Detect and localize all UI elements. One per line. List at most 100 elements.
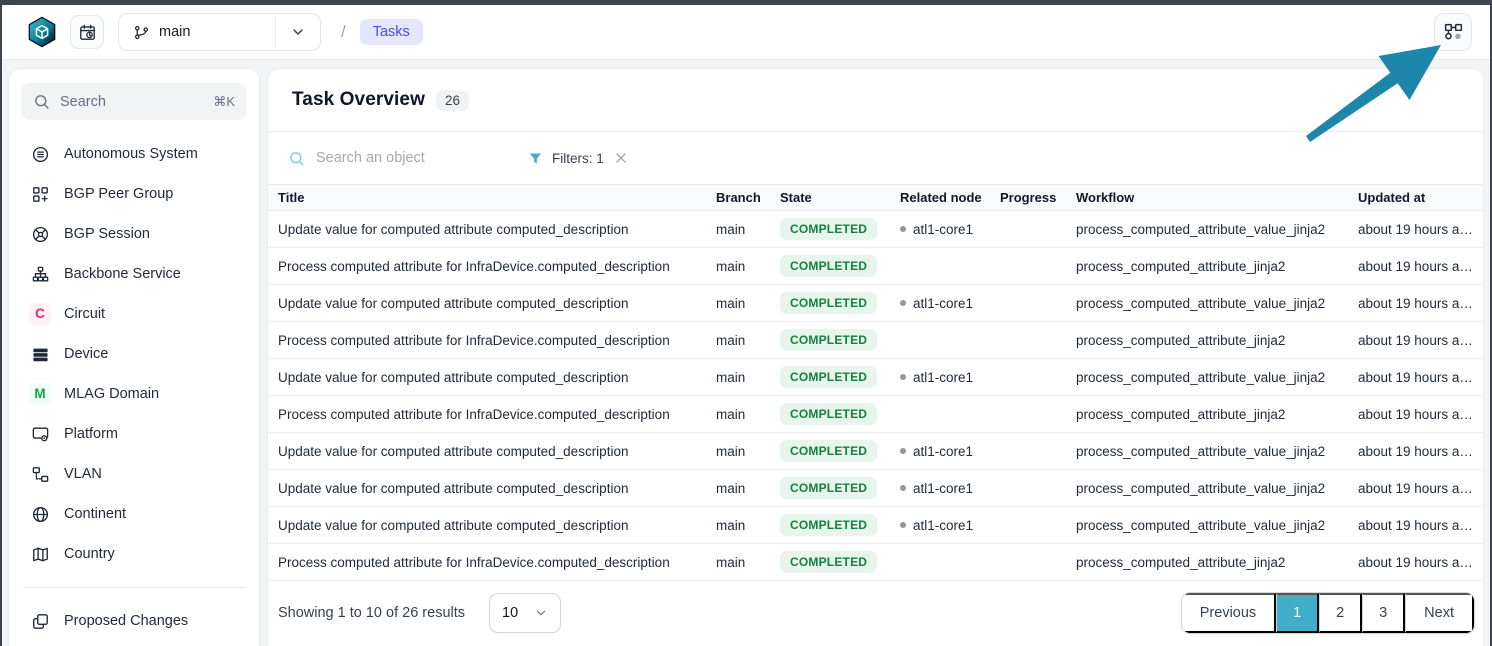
cell-updated-at: about 19 hours ago (1358, 370, 1483, 385)
node-dot-icon (900, 485, 906, 491)
cell-state: COMPLETED (780, 514, 900, 536)
sidebar-item-object-management[interactable]: Object Management (21, 641, 247, 646)
breadcrumb-tasks[interactable]: Tasks (360, 19, 423, 45)
cell-updated-at: about 19 hours ago (1358, 333, 1483, 348)
task-overview-card: Task Overview 26 Filters: 1 TitleBranchS… (267, 68, 1484, 646)
table-row[interactable]: Update value for computed attribute comp… (268, 470, 1483, 507)
page-button-2[interactable]: 2 (1319, 593, 1362, 633)
sidebar: Search ⌘K Autonomous System BGP Peer Grou… (8, 68, 260, 646)
sidebar-item-continent[interactable]: Continent (21, 494, 247, 534)
table-row[interactable]: Update value for computed attribute comp… (268, 433, 1483, 470)
cell-state: COMPLETED (780, 366, 900, 388)
cell-branch: main (716, 481, 780, 496)
sidebar-search[interactable]: Search ⌘K (21, 83, 247, 120)
sidebar-item-country[interactable]: Country (21, 534, 247, 574)
cell-related-node: atl1-core1 (900, 444, 1000, 459)
table-row[interactable]: Process computed attribute for InfraDevi… (268, 248, 1483, 285)
infrahub-logo[interactable] (26, 16, 58, 48)
sidebar-item-device[interactable]: Device (21, 334, 247, 374)
sidebar-item-label: Country (64, 546, 115, 562)
filter-funnel-icon (528, 151, 543, 166)
page-button-1[interactable]: 1 (1276, 593, 1319, 633)
table-row[interactable]: Update value for computed attribute comp… (268, 507, 1483, 544)
sidebar-item-bgp-session[interactable]: BGP Session (21, 214, 247, 254)
cell-branch: main (716, 333, 780, 348)
sidebar-item-label: Continent (64, 506, 126, 522)
sidebar-item-label: BGP Session (64, 226, 150, 242)
table-row[interactable]: Update value for computed attribute comp… (268, 211, 1483, 248)
filters-chip[interactable]: Filters: 1 (528, 151, 604, 166)
sidebar-search-shortcut: ⌘K (213, 94, 235, 110)
cell-state: COMPLETED (780, 292, 900, 314)
cell-state: COMPLETED (780, 403, 900, 425)
sidebar-item-platform[interactable]: Platform (21, 414, 247, 454)
cell-state: COMPLETED (780, 218, 900, 240)
column-header-updated-at: Updated at (1358, 190, 1483, 205)
next-page-button[interactable]: Next (1405, 593, 1474, 633)
table-row[interactable]: Update value for computed attribute comp… (268, 285, 1483, 322)
cell-title: Process computed attribute for InfraDevi… (278, 555, 716, 570)
sidebar-item-label: Autonomous System (64, 146, 198, 162)
results-summary: Showing 1 to 10 of 26 results (278, 605, 465, 621)
cell-related-node: atl1-core1 (900, 296, 1000, 311)
cell-updated-at: about 19 hours ago (1358, 444, 1483, 459)
column-header-title: Title (278, 190, 716, 205)
node-dot-icon (900, 374, 906, 380)
sidebar-item-vlan[interactable]: VLAN (21, 454, 247, 494)
search-icon (288, 150, 305, 167)
circuit-letter-icon: C (29, 303, 51, 325)
branch-selector-caret[interactable] (275, 14, 320, 50)
table-row[interactable]: Update value for computed attribute comp… (268, 359, 1483, 396)
page-body: Search ⌘K Autonomous System BGP Peer Grou… (2, 60, 1490, 646)
pagination: Previous123Next (1181, 592, 1475, 634)
sidebar-item-circuit[interactable]: CCircuit (21, 294, 247, 334)
time-travel-button[interactable] (70, 15, 104, 49)
cell-updated-at: about 19 hours ago (1358, 481, 1483, 496)
table-row[interactable]: Process computed attribute for InfraDevi… (268, 396, 1483, 433)
object-search-input[interactable] (314, 149, 498, 167)
sidebar-item-label: Backbone Service (64, 266, 181, 282)
sidebar-search-placeholder: Search (60, 94, 203, 110)
sidebar-item-proposed-changes[interactable]: Proposed Changes (21, 601, 247, 641)
cell-title: Process computed attribute for InfraDevi… (278, 407, 716, 422)
sidebar-item-backbone-service[interactable]: Backbone Service (21, 254, 247, 294)
page-size-select[interactable]: 10 (489, 593, 561, 633)
autonomous-system-icon (29, 143, 51, 165)
page-button-3[interactable]: 3 (1362, 593, 1405, 633)
sidebar-item-label: Proposed Changes (64, 613, 188, 629)
schema-visualizer-button[interactable] (1434, 13, 1472, 51)
sidebar-item-bgp-peer-group[interactable]: BGP Peer Group (21, 174, 247, 214)
column-header-progress: Progress (1000, 190, 1076, 205)
node-dot-icon (900, 300, 906, 306)
schema-graph-icon (1443, 22, 1464, 43)
related-node-name: atl1-core1 (913, 518, 973, 533)
sidebar-item-label: BGP Peer Group (64, 186, 173, 202)
cell-state: COMPLETED (780, 477, 900, 499)
table-toolbar: Filters: 1 (268, 132, 1483, 184)
clear-filters-button[interactable] (614, 151, 628, 165)
sidebar-item-mlag-domain[interactable]: M MLAG Domain (21, 374, 247, 414)
cell-related-node: atl1-core1 (900, 222, 1000, 237)
previous-page-button[interactable]: Previous (1182, 593, 1276, 633)
page-size-value: 10 (502, 605, 518, 621)
status-badge: COMPLETED (780, 218, 877, 240)
cell-state: COMPLETED (780, 255, 900, 277)
mlag-letter-icon: M (29, 383, 51, 405)
cell-workflow: process_computed_attribute_jinja2 (1076, 407, 1358, 422)
table-row[interactable]: Process computed attribute for InfraDevi… (268, 544, 1483, 581)
chevron-down-icon (534, 606, 548, 620)
cell-state: COMPLETED (780, 329, 900, 351)
cell-related-node: atl1-core1 (900, 370, 1000, 385)
sidebar-item-label: Device (64, 346, 108, 362)
branch-selector[interactable]: main (118, 13, 321, 51)
chevron-down-icon (290, 24, 306, 40)
status-badge: COMPLETED (780, 329, 877, 351)
cell-workflow: process_computed_attribute_jinja2 (1076, 333, 1358, 348)
status-badge: COMPLETED (780, 366, 877, 388)
sidebar-item-label: MLAG Domain (64, 386, 159, 402)
sidebar-item-autonomous-system[interactable]: Autonomous System (21, 134, 247, 174)
main-header: Task Overview 26 (268, 69, 1483, 132)
vlan-icon (29, 463, 51, 485)
table-row[interactable]: Process computed attribute for InfraDevi… (268, 322, 1483, 359)
sidebar-item-label: Platform (64, 426, 118, 442)
